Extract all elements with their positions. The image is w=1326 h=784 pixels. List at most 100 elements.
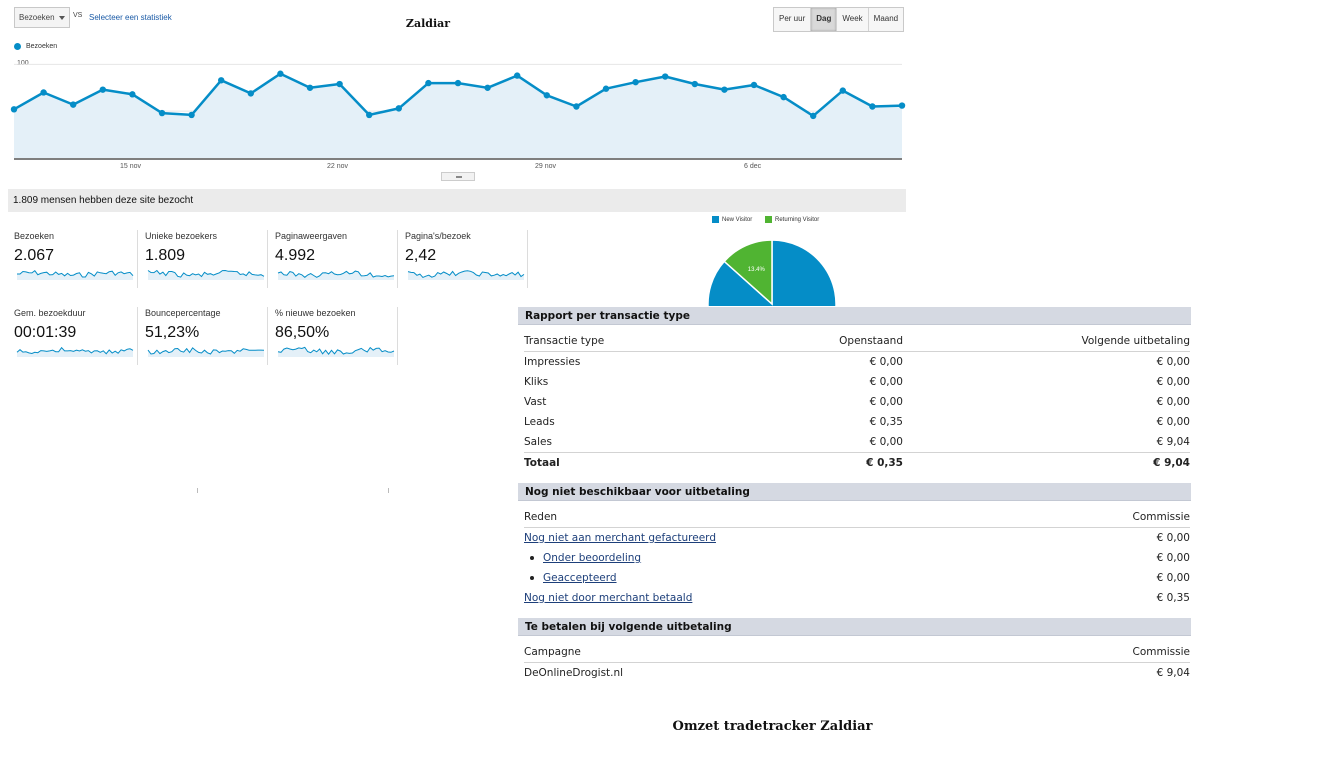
metric-value: 1.809 <box>145 247 186 264</box>
metric-value: 51,23% <box>145 324 200 341</box>
section-header-not-available: Nog niet beschikbaar voor uitbetaling <box>518 483 1191 501</box>
data-point <box>543 92 550 99</box>
metric-new-visits[interactable]: % nieuwe bezoeken 86,50% <box>275 308 397 365</box>
bullet-icon <box>530 556 534 560</box>
transaction-type: Vast <box>524 396 547 408</box>
data-point <box>869 103 876 110</box>
metric-avg-duration[interactable]: Gem. bezoekduur 00:01:39 <box>14 308 136 365</box>
transaction-type: Kliks <box>524 376 549 388</box>
next-payout-amount: € 0,00 <box>1156 396 1190 408</box>
metric-value: 00:01:39 <box>14 324 77 341</box>
column-header: Volgende uitbetaling <box>1081 335 1190 347</box>
table-row: DeOnlineDrogist.nl € 9,04 <box>524 663 1190 683</box>
data-point <box>277 70 284 77</box>
table-row: Vast € 0,00 € 0,00 <box>524 392 1190 412</box>
data-point <box>721 86 728 93</box>
data-point <box>573 103 580 110</box>
data-point <box>898 102 906 109</box>
x-tick-label: 22 nov <box>327 163 349 170</box>
data-point <box>780 93 787 101</box>
data-point <box>366 111 373 119</box>
metric-bounce-rate[interactable]: Bouncepercentage 51,23% <box>145 308 267 365</box>
next-payout-amount: € 0,00 <box>1156 416 1190 428</box>
bullet-icon <box>530 576 534 580</box>
metric-value: 2.067 <box>14 247 55 264</box>
column-header: Transactie type <box>524 335 605 347</box>
column-header: Commissie <box>1132 511 1190 523</box>
not-paid-link[interactable]: Nog niet door merchant betaald <box>524 592 692 604</box>
table-header-row: Reden Commissie <box>524 507 1190 528</box>
metric-value: 4.992 <box>275 247 316 264</box>
metric-label: Bouncepercentage <box>145 308 221 318</box>
metric-label: Bezoeken <box>14 231 55 241</box>
data-point <box>129 91 136 98</box>
total-label: Totaal <box>524 457 560 469</box>
sparkline <box>16 346 134 357</box>
not-invoiced-link[interactable]: Nog niet aan merchant gefactureerd <box>524 532 716 544</box>
table-row: Kliks € 0,00 € 0,00 <box>524 372 1190 392</box>
table-row: Impressies € 0,00 € 0,00 <box>524 352 1190 372</box>
metric-pageviews[interactable]: Paginaweergaven 4.992 <box>275 231 397 288</box>
metric-label: Paginaweergaven <box>275 231 348 241</box>
metric-unique-visitors[interactable]: Unieke bezoekers 1.809 <box>145 231 267 288</box>
section-header-transaction-report: Rapport per transactie type <box>518 307 1191 325</box>
grip-icon <box>456 176 462 178</box>
section-header-next-payout: Te betalen bij volgende uitbetaling <box>518 618 1191 636</box>
sparkline <box>277 270 395 280</box>
visitor-type-pie-chart: 13.4% <box>707 239 837 306</box>
sparkline <box>17 269 134 280</box>
outstanding-amount: € 0,35 <box>869 416 903 428</box>
next-payout-amount: € 0,00 <box>1156 376 1190 388</box>
metric-label: Unieke bezoekers <box>145 231 218 241</box>
data-point <box>218 77 225 84</box>
chart-resize-handle[interactable] <box>441 172 475 181</box>
data-point <box>484 84 491 91</box>
table-row: Nog niet aan merchant gefactureerd € 0,0… <box>524 528 1190 548</box>
data-point <box>70 101 77 108</box>
outstanding-amount: € 0,00 <box>869 356 903 368</box>
under-review-link[interactable]: Onder beoordeling <box>543 552 641 564</box>
pie-legend-label: Returning Visitor <box>775 217 820 224</box>
transaction-type: Sales <box>524 436 552 448</box>
pie-legend-label: New Visitor <box>722 217 753 224</box>
column-header: Campagne <box>524 646 581 658</box>
divider <box>267 230 268 288</box>
accepted-link[interactable]: Geaccepteerd <box>543 572 617 584</box>
data-point <box>691 80 698 88</box>
data-point <box>425 79 432 87</box>
data-point <box>40 89 47 96</box>
divider <box>527 230 528 288</box>
x-tick-label: 29 nov <box>535 163 557 170</box>
data-point <box>514 72 521 79</box>
table-header-row: Transactie type Openstaand Volgende uitb… <box>524 331 1190 352</box>
metric-visits[interactable]: Bezoeken 2.067 <box>14 231 136 288</box>
table-row: Leads € 0,35 € 0,00 <box>524 412 1190 432</box>
data-point <box>810 112 817 120</box>
divider <box>137 307 138 365</box>
data-point <box>306 84 314 91</box>
legend-swatch <box>765 216 772 223</box>
divider <box>388 488 389 493</box>
column-header: Commissie <box>1132 646 1190 658</box>
visits-line-chart <box>10 63 906 160</box>
divider <box>197 488 198 493</box>
campaign-name: DeOnlineDrogist.nl <box>524 667 624 679</box>
next-payout-amount: € 0,00 <box>1156 356 1190 368</box>
total-next-payout: € 9,04 <box>1153 457 1190 469</box>
table-row: Sales € 0,00 € 9,04 <box>524 432 1190 452</box>
data-point <box>10 106 18 113</box>
pie-legend-new: New Visitor <box>712 216 752 223</box>
divider <box>137 230 138 288</box>
summary-headline: 1.809 mensen hebben deze site bezocht <box>8 189 906 212</box>
data-point <box>602 85 610 92</box>
metric-pages-per-visit[interactable]: Pagina's/bezoek 2,42 <box>405 231 527 288</box>
x-tick-label: 15 nov <box>120 163 142 170</box>
column-header: Openstaand <box>839 335 903 347</box>
table-row: Onder beoordeling € 0,00 <box>524 548 1190 568</box>
outstanding-amount: € 0,00 <box>869 436 903 448</box>
data-point <box>750 81 758 89</box>
divider <box>397 307 398 365</box>
page-caption: Omzet tradetracker Zaldiar <box>672 719 873 734</box>
metric-value: 86,50% <box>275 324 330 341</box>
commission-amount: € 9,04 <box>1156 667 1190 679</box>
